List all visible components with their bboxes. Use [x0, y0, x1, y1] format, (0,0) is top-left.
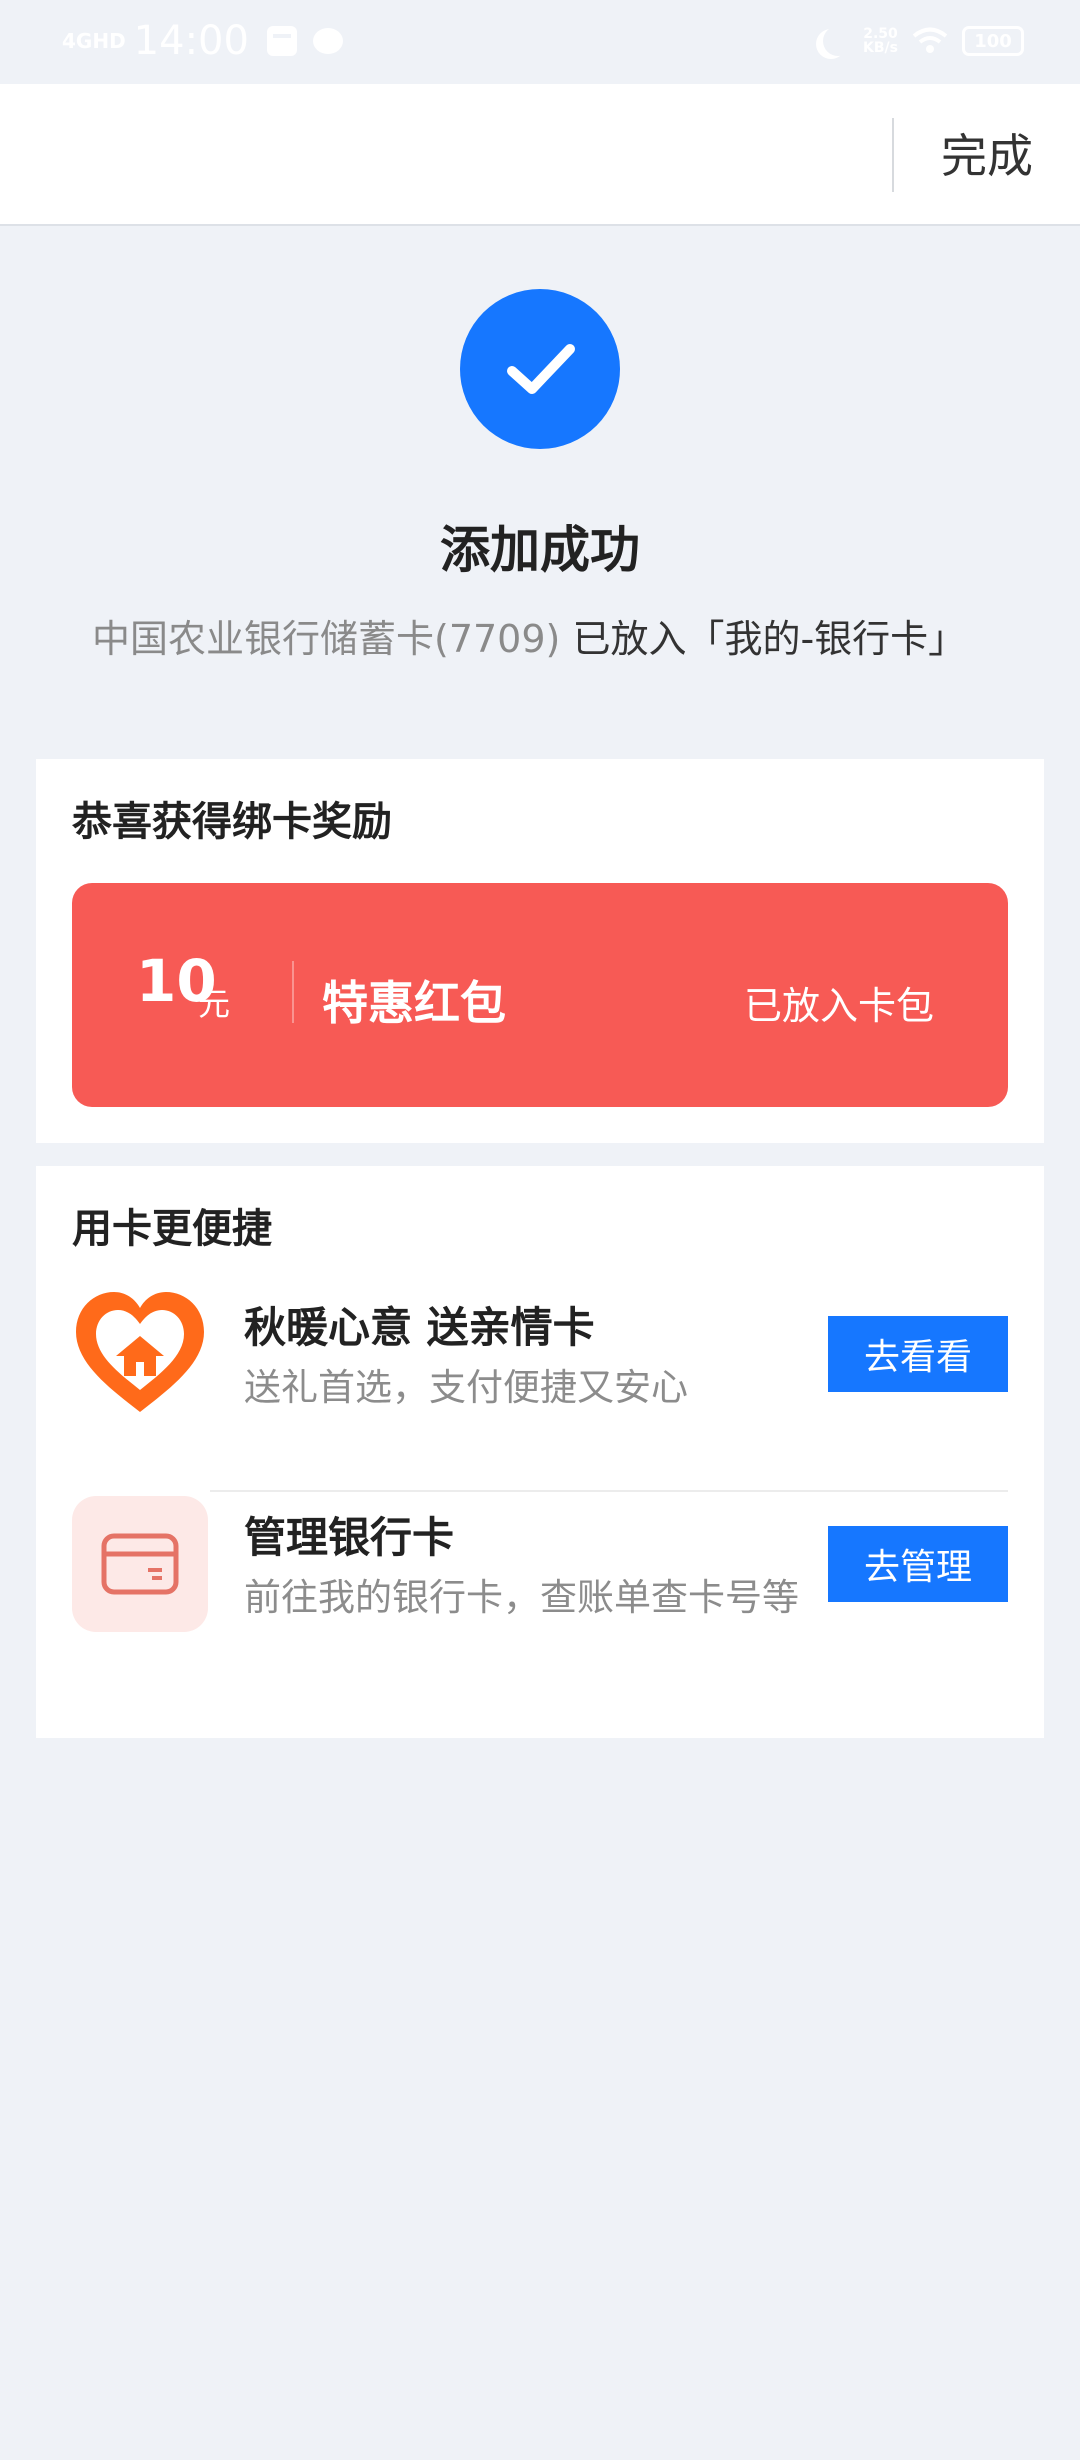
nav-bar: 完成	[0, 84, 1080, 226]
nav-divider	[892, 118, 894, 192]
wifi-icon	[912, 27, 948, 53]
service-subtitle: 送礼首选，支付便捷又安心	[244, 1366, 688, 1409]
service-title: 秋暖心意 送亲情卡	[244, 1303, 595, 1352]
status-left: 4GHD 14:00	[62, 18, 343, 64]
done-button[interactable]: 完成	[912, 124, 1062, 188]
list-item-manage-card[interactable]: 管理银行卡 前往我的银行卡，查账单查卡号等 去管理	[36, 1496, 1044, 1706]
reward-card: 恭喜获得绑卡奖励 10 元 特惠红包 已放入卡包	[36, 759, 1044, 1143]
signal-indicator: 4GHD	[62, 29, 126, 53]
coupon-unit: 元	[198, 985, 231, 1023]
coupon-name: 特惠红包	[322, 976, 506, 1030]
success-title: 添加成功	[440, 521, 640, 579]
clock-time: 14:00	[133, 18, 249, 64]
service-title: 管理银行卡	[244, 1513, 455, 1562]
bank-card-icon	[72, 1496, 208, 1632]
list-item-family-card[interactable]: 秋暖心意 送亲情卡 送礼首选，支付便捷又安心 去看看	[36, 1286, 1044, 1496]
manage-button[interactable]: 去管理	[828, 1526, 1008, 1602]
heart-house-icon	[72, 1286, 208, 1422]
status-bar: 4GHD 14:00 2.50 KB/s 100	[0, 0, 1080, 82]
success-check-icon	[460, 289, 620, 449]
view-button[interactable]: 去看看	[828, 1316, 1008, 1392]
red-packet-coupon[interactable]: 10 元 特惠红包 已放入卡包	[72, 883, 1008, 1107]
coupon-status: 已放入卡包	[743, 984, 934, 1028]
convenience-card: 用卡更便捷 秋暖心意 送亲情卡 送礼首选，支付便捷又安心 去看看 管理银行卡 前…	[36, 1166, 1044, 1738]
service-subtitle: 前往我的银行卡，查账单查卡号等	[244, 1576, 799, 1619]
row-divider	[210, 1490, 1008, 1492]
coupon-separator	[292, 961, 294, 1023]
checkmark-icon	[507, 344, 575, 394]
status-right: 2.50 KB/s 100	[815, 26, 1024, 56]
card-name: 中国农业银行储蓄卡(7709)	[92, 617, 561, 661]
message-bubble-icon	[312, 28, 343, 54]
battery-indicator: 100	[962, 26, 1024, 56]
network-speed-unit: KB/s	[863, 40, 898, 56]
success-description: 中国农业银行储蓄卡(7709) 已放入「我的-银行卡」	[92, 608, 1052, 663]
network-speed: 2.50 KB/s	[863, 27, 898, 55]
reward-title: 恭喜获得绑卡奖励	[72, 799, 392, 845]
moon-icon	[823, 26, 853, 56]
notification-app-icon	[266, 26, 297, 56]
convenience-title: 用卡更便捷	[72, 1206, 272, 1252]
placed-location: 已放入「我的-银行卡」	[572, 617, 967, 661]
